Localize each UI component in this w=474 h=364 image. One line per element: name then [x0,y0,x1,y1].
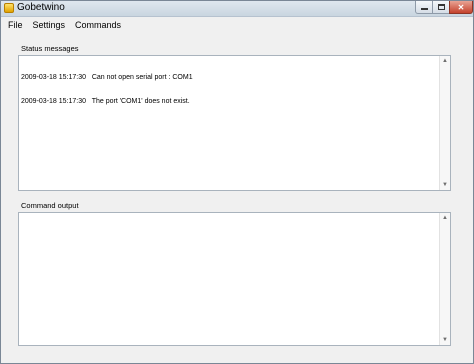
minimize-button[interactable] [415,1,433,14]
menu-bar: File Settings Commands [1,17,473,33]
maximize-icon [437,4,445,10]
maximize-button[interactable] [432,1,450,14]
app-icon[interactable] [4,3,14,13]
app-window: Gobetwino ✕ File Settings Commands Statu… [0,0,474,364]
status-messages-label: Status messages [21,44,79,53]
scroll-down-arrow-icon[interactable]: ▼ [440,180,450,190]
menu-commands[interactable]: Commands [70,18,126,32]
status-messages-content: 2009-03-18 15:17:30 Can not open serial … [21,58,438,188]
command-output-content [21,215,438,343]
status-scrollbar[interactable]: ▲ ▼ [439,56,450,190]
output-scrollbar[interactable]: ▲ ▼ [439,213,450,345]
scroll-up-arrow-icon[interactable]: ▲ [440,213,450,223]
menu-settings[interactable]: Settings [28,18,71,32]
close-icon: ✕ [457,2,465,12]
minimize-icon [420,8,428,10]
status-line: 2009-03-18 15:17:30 Can not open serial … [21,74,193,81]
command-output-label: Command output [21,201,79,210]
menu-file[interactable]: File [1,18,28,32]
scroll-up-arrow-icon[interactable]: ▲ [440,56,450,66]
status-messages-textbox[interactable]: 2009-03-18 15:17:30 Can not open serial … [18,55,451,191]
scroll-down-arrow-icon[interactable]: ▼ [440,335,450,345]
status-line: 2009-03-18 15:17:30 The port 'COM1' does… [21,98,190,105]
command-output-textbox[interactable]: ▲ ▼ [18,212,451,346]
title-bar[interactable]: Gobetwino ✕ [1,1,473,17]
close-button[interactable]: ✕ [449,1,473,14]
window-title: Gobetwino [17,2,65,13]
